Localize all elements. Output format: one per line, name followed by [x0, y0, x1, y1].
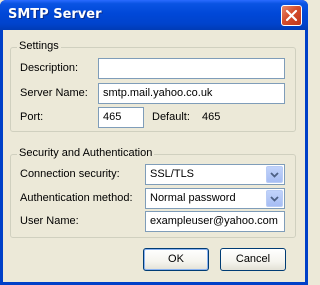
settings-legend: Settings: [17, 40, 61, 52]
username-label: User Name:: [20, 215, 79, 227]
close-button[interactable]: [281, 5, 302, 26]
auth-method-select[interactable]: Normal password: [145, 188, 285, 209]
chevron-down-icon: [270, 172, 279, 178]
connection-security-dropdown-button[interactable]: [266, 166, 283, 183]
connection-security-label: Connection security:: [20, 168, 120, 180]
auth-method-value: Normal password: [150, 192, 236, 204]
close-icon: [285, 9, 298, 22]
description-input[interactable]: [98, 58, 285, 79]
window-title: SMTP Server: [8, 7, 102, 22]
ok-button[interactable]: OK: [143, 248, 209, 271]
auth-method-dropdown-button[interactable]: [266, 190, 283, 207]
connection-security-select[interactable]: SSL/TLS: [145, 164, 285, 185]
auth-method-label: Authentication method:: [20, 192, 133, 204]
chevron-down-icon: [270, 196, 279, 202]
security-legend: Security and Authentication: [17, 147, 155, 159]
description-label: Description:: [20, 62, 79, 74]
username-input[interactable]: exampleuser@yahoo.com: [145, 211, 285, 232]
window-frame-right: [305, 30, 308, 285]
default-port-value: 465: [202, 111, 221, 123]
port-input[interactable]: 465: [98, 107, 144, 128]
default-port-label: Default:: [152, 111, 190, 123]
server-name-input[interactable]: smtp.mail.yahoo.co.uk: [98, 83, 285, 104]
server-name-label: Server Name:: [20, 87, 88, 99]
port-label: Port:: [20, 111, 44, 123]
cancel-button[interactable]: Cancel: [220, 248, 286, 271]
title-bar[interactable]: SMTP Server: [0, 0, 308, 30]
connection-security-value: SSL/TLS: [150, 168, 195, 180]
smtp-server-dialog: SMTP Server Settings Description: Server…: [0, 0, 308, 285]
